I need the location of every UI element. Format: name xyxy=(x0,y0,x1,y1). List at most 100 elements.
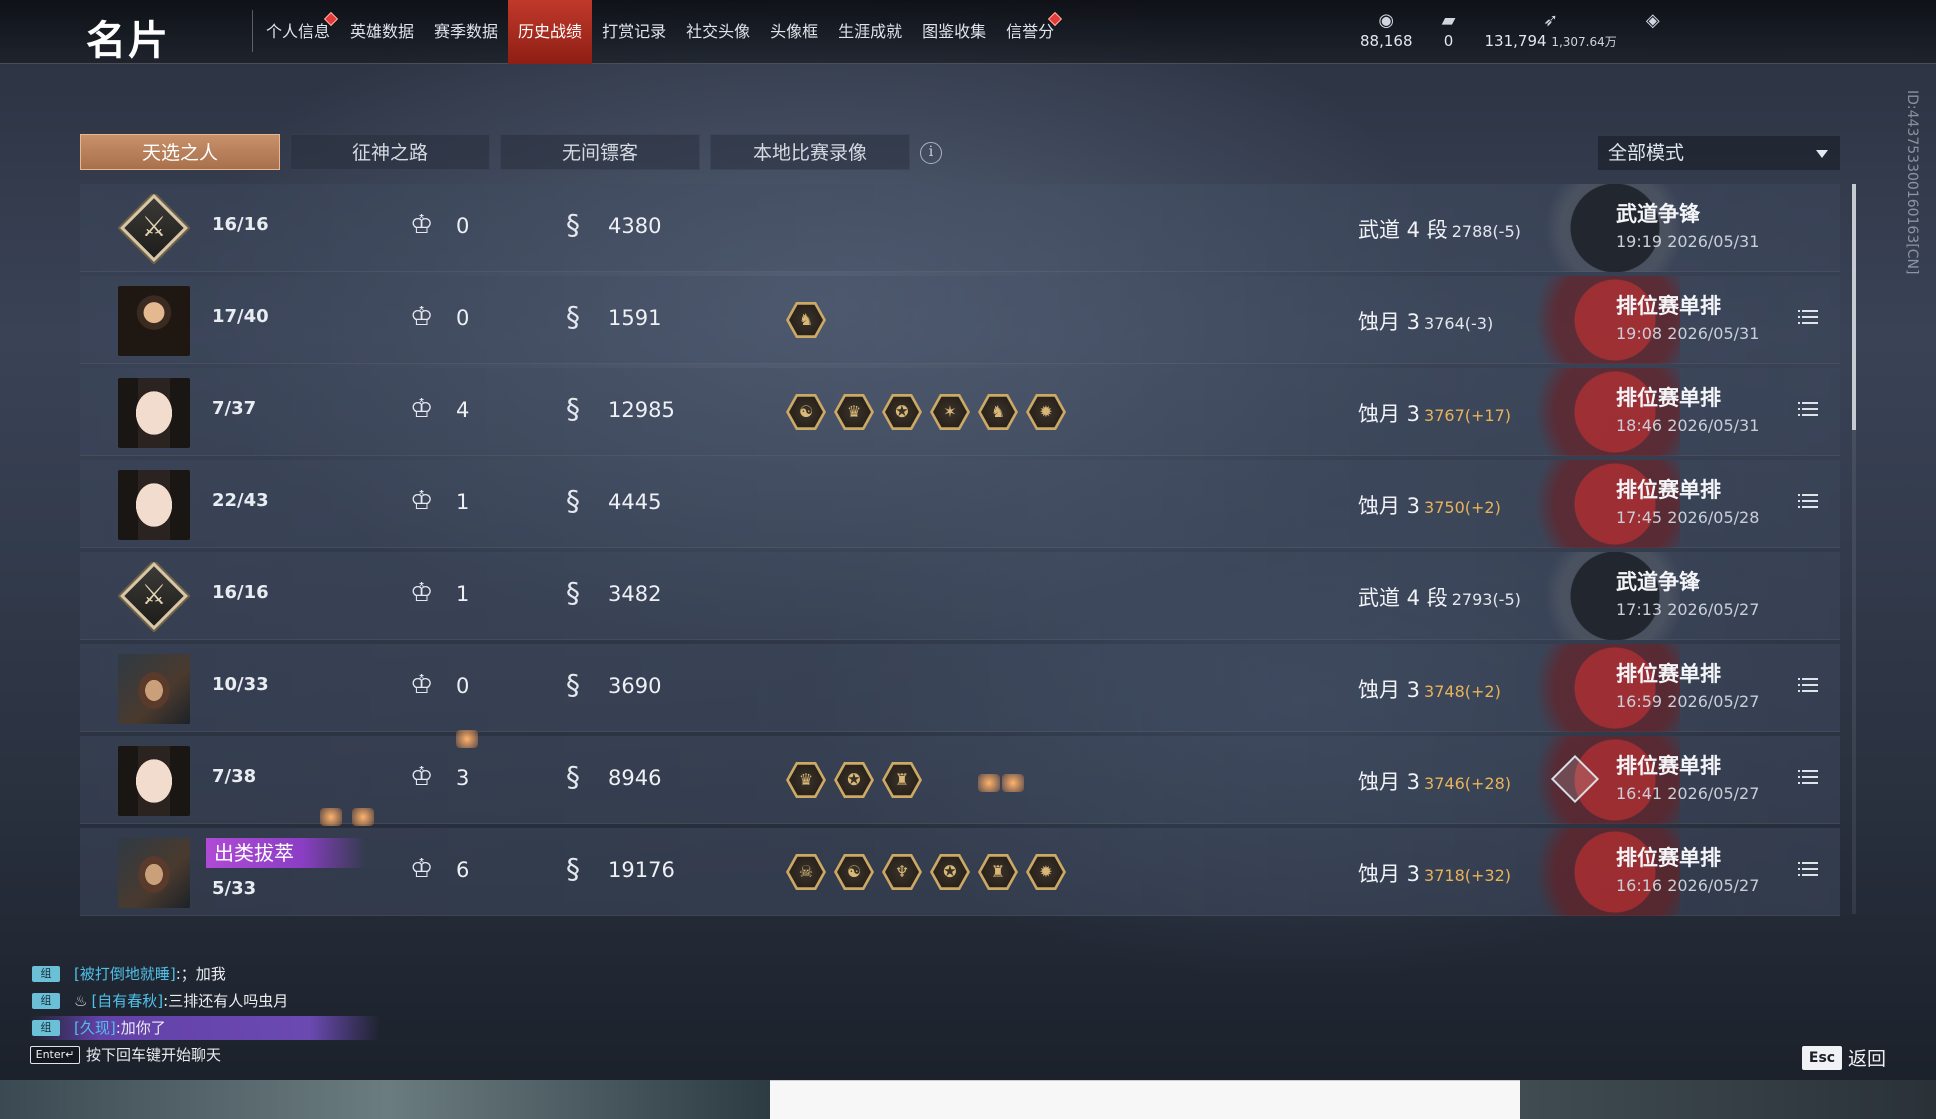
score-icon: § xyxy=(566,760,580,793)
trophy-icon: ♔ xyxy=(410,210,434,240)
mvp-count: 3 xyxy=(456,766,470,790)
hero-avatar xyxy=(118,654,190,724)
details-list-icon[interactable] xyxy=(1798,770,1818,786)
rank-name: 蚀月 3 xyxy=(1358,402,1421,426)
game-mode: 排位赛单排 xyxy=(1616,294,1721,318)
achievement-badge-icon[interactable]: ♛ xyxy=(834,394,874,430)
nav-tab[interactable]: 头像框 xyxy=(760,0,828,64)
match-record-row[interactable]: ⚔ 16/16 ♔ 0 § 4380 武道 4 段 2788(-5) 武道争锋 19:19 202… xyxy=(80,184,1840,272)
kill-death: 22/43 xyxy=(212,490,269,511)
achievement-badge-icon[interactable]: ✶ xyxy=(930,394,970,430)
match-record-row[interactable]: 7/37 ♔ 4 § 12985 ☯ ♛ ✪ ✶ ♞ ✹ 蚀月 3 3767(+17) 排位赛单排 18:4… xyxy=(80,368,1840,456)
match-record-row[interactable]: 22/43 ♔ 1 § 4445 蚀月 3 3750(+2) 排位赛单排 17:45 2026/… xyxy=(80,460,1840,548)
achievement-badge-icon[interactable]: ☯ xyxy=(834,854,874,890)
match-time: 17:13 2026/05/27 xyxy=(1616,600,1760,619)
achievement-badge-icon[interactable]: ♞ xyxy=(786,302,826,338)
hero-avatar xyxy=(118,378,190,448)
kill-death: 16/16 xyxy=(212,214,269,235)
elo-change: 2793(-5) xyxy=(1451,590,1521,609)
achievement-list: ☠ ☯ ♆ ✪ ♜ ✹ xyxy=(786,852,1066,892)
kill-death: 10/33 xyxy=(212,674,269,695)
page-title: 名片 xyxy=(86,18,170,64)
nav-tab-label: 社交头像 xyxy=(686,22,751,41)
record-tab[interactable]: 本地比赛录像 xyxy=(710,134,910,170)
achievement-badge-icon[interactable]: ♞ xyxy=(978,394,1018,430)
trophy-icon: ♔ xyxy=(410,854,434,884)
match-record-row[interactable]: 出类拔萃 5/33 ♔ 6 § 19176 ☠ ☯ ♆ ✪ ♜ ✹ 蚀月 3 3718(+32) 排位赛单排… xyxy=(80,828,1840,916)
chat-sender[interactable]: [被打倒地就睡] xyxy=(74,965,176,983)
mvp-count: 1 xyxy=(456,490,470,514)
nav-tab[interactable]: 生涯成就 xyxy=(828,0,912,64)
achievement-badge-icon[interactable]: ✹ xyxy=(1026,394,1066,430)
nav-tab-label: 历史战绩 xyxy=(518,22,583,41)
mode-filter-select[interactable]: 全部模式 xyxy=(1598,136,1840,170)
achievement-badge-icon[interactable]: ✪ xyxy=(930,854,970,890)
achievement-glyph: ♞ xyxy=(789,304,823,336)
player-id: ID:4437533001601​63[CN] xyxy=(1904,90,1920,275)
nav-tab[interactable]: 打赏记录 xyxy=(592,0,676,64)
details-list-icon[interactable] xyxy=(1798,678,1818,694)
details-list-icon[interactable] xyxy=(1798,494,1818,510)
achievement-glyph: ♜ xyxy=(885,764,919,796)
channel-tag: 组 xyxy=(32,966,60,982)
match-record-row[interactable]: 10/33 ♔ 0 § 3690 蚀月 3 3748(+2) 排位赛单排 16:59 2026/… xyxy=(80,644,1840,732)
achievement-glyph: ✪ xyxy=(885,396,919,428)
back-button[interactable]: Esc 返回 xyxy=(1802,1044,1886,1071)
achievement-badge-icon[interactable]: ✹ xyxy=(1026,854,1066,890)
nav-tab[interactable]: 赛季数据 xyxy=(424,0,508,64)
chat-text: :；加我 xyxy=(175,965,226,983)
score-icon: § xyxy=(566,668,580,701)
chat-sender[interactable]: [自有春秋] xyxy=(91,992,163,1010)
achievement-badge-icon[interactable]: ☯ xyxy=(786,394,826,430)
match-time: 16:41 2026/05/27 xyxy=(1616,784,1760,803)
nav-tab[interactable]: 个人信息 xyxy=(256,0,340,64)
achievement-glyph: ☠ xyxy=(789,856,823,888)
achievement-badge-icon[interactable]: ♜ xyxy=(978,854,1018,890)
currency: ◉ 88,168 xyxy=(1360,10,1413,50)
details-list-icon[interactable] xyxy=(1798,402,1818,418)
scrollbar-thumb[interactable] xyxy=(1852,184,1856,430)
record-tab[interactable]: 征神之路 xyxy=(290,134,490,170)
achievement-badge-icon[interactable]: ♆ xyxy=(882,854,922,890)
rank-info: 蚀月 3 3767(+17) xyxy=(1358,398,1511,428)
record-tab[interactable]: 天选之人 xyxy=(80,134,280,170)
achievement-badge-icon[interactable]: ♜ xyxy=(882,762,922,798)
record-tab[interactable]: 无间镖客 xyxy=(500,134,700,170)
emblem-glyph: ⚔ xyxy=(141,210,167,243)
details-list-icon[interactable] xyxy=(1798,310,1818,326)
nav-tab[interactable]: 图鉴收集 xyxy=(912,0,996,64)
match-record-row[interactable]: 17/40 ♔ 0 § 1591 ♞ 蚀月 3 3764(-3) 排位赛单排 19:08 2026… xyxy=(80,276,1840,364)
record-tabs: 天选之人 征神之路 无间镖客 本地比赛录像 xyxy=(80,134,910,170)
chat-sender[interactable]: [久现] xyxy=(74,1019,116,1037)
scrollbar[interactable] xyxy=(1852,184,1856,914)
match-time: 19:08 2026/05/31 xyxy=(1616,324,1760,343)
match-time: 18:46 2026/05/31 xyxy=(1616,416,1760,435)
nav-tab[interactable]: 社交头像 xyxy=(676,0,760,64)
chat-input-hint[interactable]: Enter↵ 按下回车键开始聊天 xyxy=(30,1043,380,1067)
nav-tab-label: 生涯成就 xyxy=(838,22,903,41)
mvp-count: 0 xyxy=(456,306,470,330)
match-record-row[interactable]: 7/38 ♔ 3 § 8946 ♛ ✪ ♜ 蚀月 3 3746(+28) 排位赛单排 16:41 20… xyxy=(80,736,1840,824)
info-icon[interactable]: i xyxy=(920,142,942,164)
trophy-icon: ♔ xyxy=(410,762,434,792)
achievement-badge-icon[interactable]: ✪ xyxy=(834,762,874,798)
score-value: 1591 xyxy=(608,306,662,330)
details-list-icon[interactable] xyxy=(1798,862,1818,878)
achievement-badge-icon[interactable]: ♛ xyxy=(786,762,826,798)
nav-tab[interactable]: 英雄数据 xyxy=(340,0,424,64)
match-time: 17:45 2026/05/28 xyxy=(1616,508,1760,527)
achievement-badge-icon[interactable]: ☠ xyxy=(786,854,826,890)
nav-tab[interactable]: 历史战绩 xyxy=(508,0,593,64)
achievement-badge-icon[interactable]: ✪ xyxy=(882,394,922,430)
rank-info: 蚀月 3 3750(+2) xyxy=(1358,490,1501,520)
trophy-icon: ♔ xyxy=(410,486,434,516)
gem-icon: ◈ xyxy=(1645,10,1660,31)
nav-tab[interactable]: 信誉分 xyxy=(996,0,1064,64)
elo-change: 3718(+32) xyxy=(1424,866,1512,885)
match-record-row[interactable]: ⚔ 16/16 ♔ 1 § 3482 武道 4 段 2793(-5) 武道争锋 17:13 202… xyxy=(80,552,1840,640)
back-label: 返回 xyxy=(1848,1048,1887,1070)
hero-avatar xyxy=(118,470,190,540)
achievement-glyph: ✹ xyxy=(1029,396,1063,428)
bottom-input-panel xyxy=(770,1080,1520,1119)
rank-name: 武道 4 段 xyxy=(1358,218,1448,242)
